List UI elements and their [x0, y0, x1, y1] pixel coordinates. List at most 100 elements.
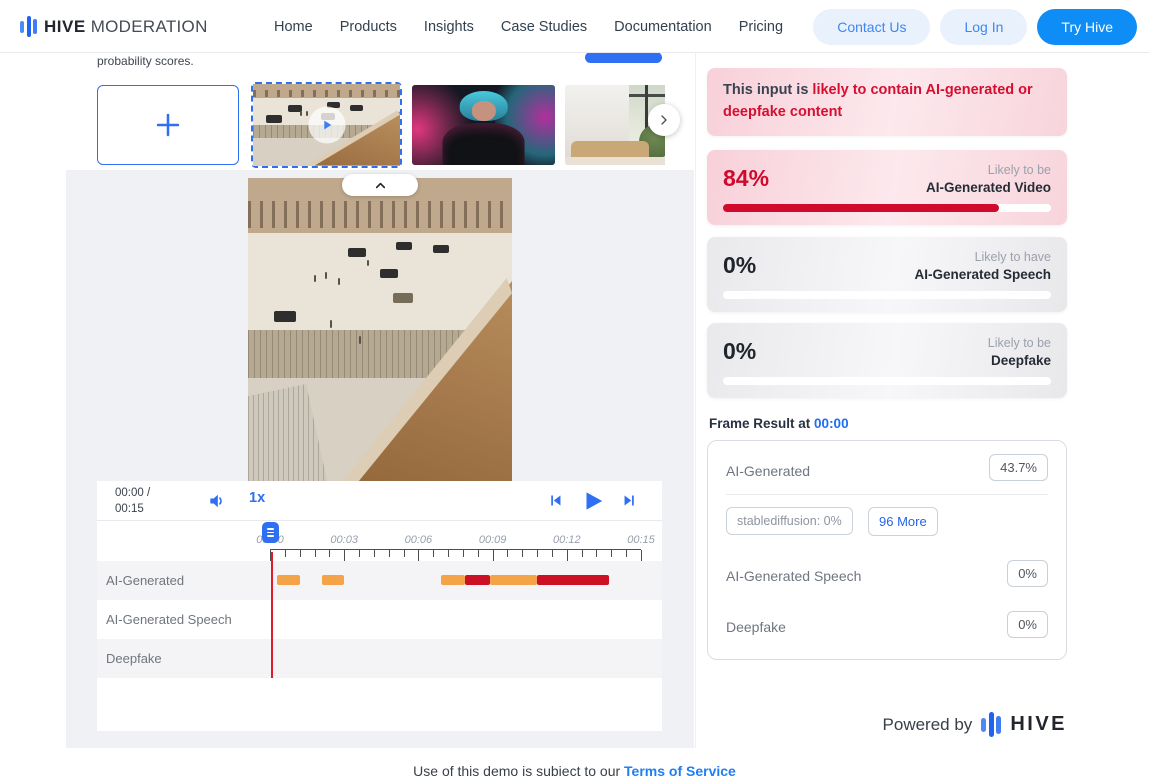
ruler-tick — [626, 550, 627, 557]
hive-logo-icon — [981, 712, 1001, 737]
upload-tile[interactable] — [97, 85, 239, 165]
tick-label: 00:12 — [553, 534, 581, 546]
nav-link-pricing[interactable]: Pricing — [739, 19, 783, 35]
ruler-tick — [389, 550, 390, 557]
ruler-tick — [582, 550, 583, 557]
track-row-ai-generated: AI-Generated — [97, 561, 662, 600]
track-row-deepfake: Deepfake — [97, 639, 662, 678]
thumbnail-selected-video[interactable] — [251, 82, 402, 168]
ruler-tick — [285, 550, 286, 557]
ruler-tick — [493, 550, 494, 561]
nav-link-documentation[interactable]: Documentation — [614, 19, 712, 35]
frame-result-time: 00:00 — [814, 416, 849, 431]
time-display: 00:00 / 00:15 — [115, 485, 150, 517]
ruler-tick — [478, 550, 479, 557]
detection-segment-red — [465, 575, 490, 585]
score-progress-track — [723, 204, 1051, 212]
tick-label: 00:03 — [330, 534, 358, 546]
navbar: HIVE MODERATION Home Products Insights Case… — [0, 0, 1149, 53]
ruler-tick — [522, 550, 523, 557]
detection-segment-orange — [490, 575, 537, 585]
collapse-video-button[interactable] — [342, 174, 418, 196]
plus-icon — [151, 108, 185, 142]
try-hive-button[interactable]: Try Hive — [1037, 9, 1137, 45]
score-progress-track — [723, 291, 1051, 299]
more-models-button[interactable]: 96 More — [868, 507, 938, 536]
playback-speed-button[interactable]: 1x — [249, 490, 265, 506]
ruler-tick — [596, 550, 597, 557]
thumbnail-cyberpunk-portrait[interactable] — [412, 85, 555, 165]
ruler-tick — [344, 550, 345, 561]
ruler-tick — [611, 550, 612, 557]
ruler-tick — [641, 550, 642, 561]
frame-row-value: 0% — [1007, 611, 1048, 638]
footer-terms: Use of this demo is subject to our Terms… — [0, 763, 1149, 776]
skip-back-icon — [547, 492, 564, 509]
page: HIVE MODERATION Home Products Insights Case… — [0, 0, 1149, 776]
ruler-tick — [448, 550, 449, 557]
ruler-tick — [537, 550, 538, 557]
scrubber-handle[interactable] — [262, 522, 279, 543]
skip-forward-icon — [621, 492, 638, 509]
thumbnail-next-button[interactable] — [648, 104, 680, 136]
score-card-deepfake: 0% Likely to be Deepfake — [707, 323, 1067, 398]
track-label: Deepfake — [106, 639, 162, 678]
nav-link-insights[interactable]: Insights — [424, 19, 474, 35]
score-value: 0% — [723, 338, 756, 365]
score-caption: Likely to have — [975, 250, 1051, 264]
player-controls: 00:00 / 00:15 1x — [97, 481, 662, 521]
ruler-tick — [404, 550, 405, 557]
player-panel: 00:00 / 00:15 1x 00:0000: — [66, 170, 694, 748]
ruler-tick — [315, 550, 316, 557]
submit-button-partially-hidden[interactable] — [585, 52, 662, 63]
ruler-tick — [359, 550, 360, 557]
chevron-right-icon — [656, 112, 672, 128]
detection-tracks: AI-GeneratedAI-Generated SpeechDeepfake — [97, 561, 662, 678]
score-progress-track — [723, 377, 1051, 385]
score-progress-fill — [723, 204, 999, 212]
ruler-tick — [507, 550, 508, 557]
nav-link-products[interactable]: Products — [340, 19, 397, 35]
frame-row-value: 0% — [1007, 560, 1048, 587]
nav-link-case-studies[interactable]: Case Studies — [501, 19, 587, 35]
model-tag-chip: stablediffusion: 0% — [726, 507, 853, 535]
video-player[interactable] — [248, 178, 512, 481]
nav-actions: Contact Us Log In Try Hive — [813, 0, 1137, 53]
ruler-tick — [418, 550, 419, 561]
detection-segment-orange — [277, 575, 299, 585]
score-value: 84% — [723, 165, 769, 192]
timeline-ruler[interactable] — [270, 549, 641, 561]
log-in-button[interactable]: Log In — [940, 9, 1027, 45]
video-scene — [248, 178, 512, 481]
tick-label: 00:06 — [405, 534, 433, 546]
frame-row-label: Deepfake — [726, 619, 786, 635]
play-button[interactable] — [580, 488, 606, 514]
tick-label: 00:09 — [479, 534, 507, 546]
nav-link-home[interactable]: Home — [274, 19, 313, 35]
score-label: AI-Generated Speech — [914, 267, 1051, 282]
track-label: AI-Generated — [106, 561, 184, 600]
track-row-ai-generated-speech: AI-Generated Speech — [97, 600, 662, 639]
skip-forward-button[interactable] — [621, 492, 638, 509]
ruler-tick — [329, 550, 330, 557]
score-card-ai-video: 84% Likely to be AI-Generated Video — [707, 150, 1067, 225]
terms-of-service-link[interactable]: Terms of Service — [624, 763, 736, 776]
powered-by-text: Powered by — [883, 715, 973, 735]
score-caption: Likely to be — [988, 163, 1051, 177]
brand-logo[interactable]: HIVE MODERATION — [20, 0, 208, 53]
verdict-banner: This input is likely to contain AI-gener… — [707, 68, 1067, 136]
skip-back-button[interactable] — [547, 492, 564, 509]
brand-name-light: MODERATION — [91, 17, 208, 37]
thumbnail-play-icon — [308, 106, 345, 143]
detection-segment-red — [537, 575, 609, 585]
contact-us-button[interactable]: Contact Us — [813, 9, 930, 45]
volume-button[interactable] — [207, 491, 229, 513]
speaker-icon — [207, 491, 227, 511]
timeline-card: 00:00 / 00:15 1x 00:0000: — [97, 481, 662, 731]
divider — [726, 494, 1048, 495]
ruler-tick — [552, 550, 553, 557]
track-label: AI-Generated Speech — [106, 600, 232, 639]
powered-by: Powered by HIVE — [707, 712, 1067, 737]
score-caption: Likely to be — [988, 336, 1051, 350]
intro-text: probability scores. — [97, 54, 194, 68]
